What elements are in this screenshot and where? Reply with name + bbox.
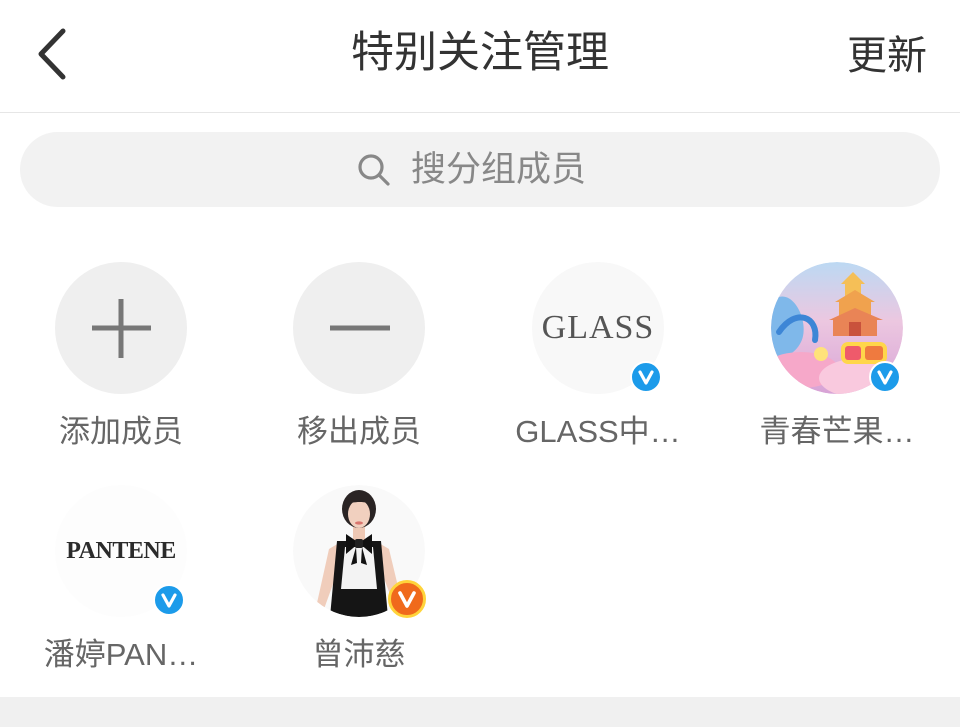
plus-icon [92,299,151,358]
member-name: 青春芒果… [759,414,915,449]
remove-member-item[interactable]: 移出成员 [249,262,469,452]
blue-verified-icon [153,584,185,616]
member-item[interactable]: GLASS GLASS中… [488,262,708,452]
avatar[interactable]: GLASS [532,262,664,394]
bottom-separator [0,697,960,727]
avatar[interactable] [771,262,903,394]
search-input[interactable] [411,147,603,192]
member-name: 曾沛慈 [312,637,406,672]
update-button[interactable]: 更新 [847,31,927,81]
search-icon [358,153,390,186]
member-name: GLASS中… [515,414,681,449]
member-item[interactable]: PANTENE 潘婷PAN… [11,485,231,675]
member-item[interactable]: 曾沛慈 [249,485,469,675]
avatar[interactable] [293,485,426,618]
add-member-button[interactable] [55,262,187,394]
minus-icon [330,325,390,331]
blue-verified-icon [630,361,662,393]
member-item[interactable]: 青春芒果… [727,262,947,452]
back-button[interactable] [30,24,78,84]
gold-verified-icon [388,580,426,618]
remove-member-button[interactable] [293,262,425,394]
add-member-label: 添加成员 [59,414,183,449]
add-member-item[interactable]: 添加成员 [11,262,231,452]
chevron-left-icon [38,28,66,80]
blue-verified-icon [869,361,901,393]
page-title: 特别关注管理 [351,29,609,77]
top-nav-bar: 特别关注管理 更新 [0,0,960,113]
avatar[interactable]: PANTENE [55,485,187,617]
remove-member-label: 移出成员 [297,414,421,449]
search-bar[interactable] [20,132,940,207]
member-name: 潘婷PAN… [43,637,199,672]
